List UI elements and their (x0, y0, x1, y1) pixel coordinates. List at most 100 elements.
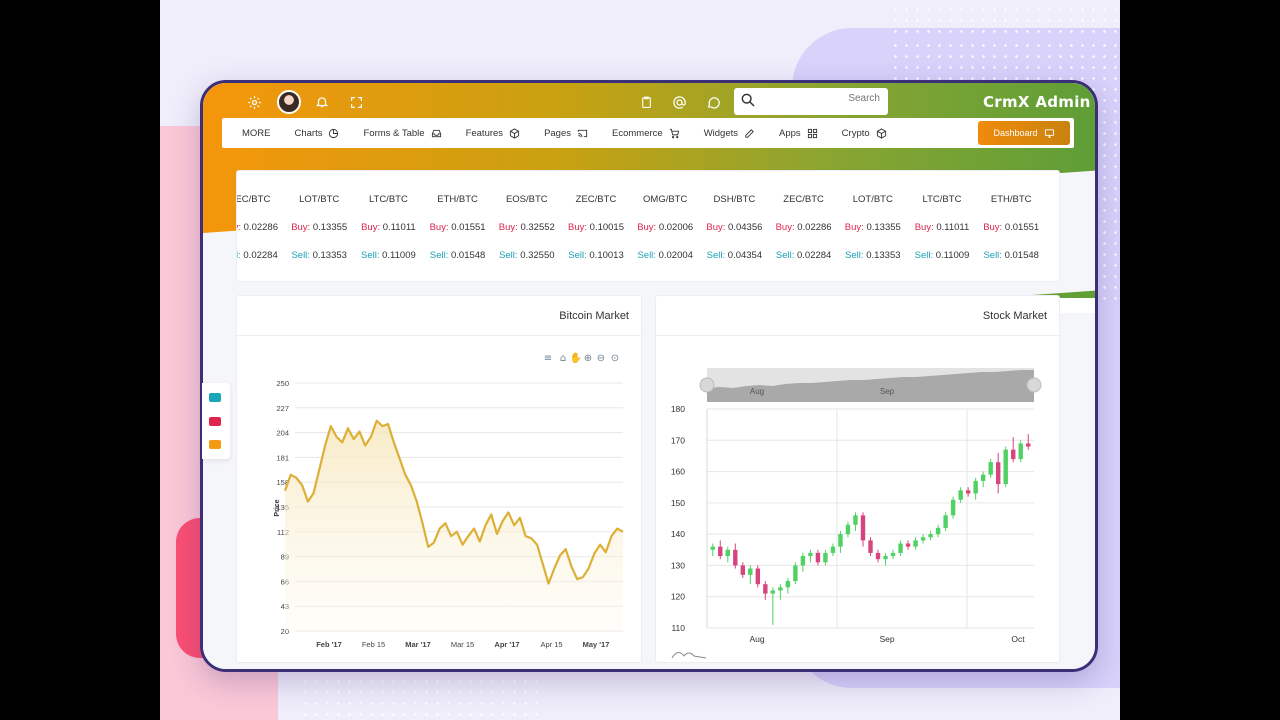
candle (748, 565, 753, 585)
avatar[interactable] (277, 90, 301, 114)
buy-value: 0.01551 (1004, 222, 1040, 233)
candle (1018, 440, 1023, 463)
sell-label: Sell: (568, 250, 587, 261)
cube-icon (876, 127, 887, 139)
home-icon[interactable]: ⌂ (560, 353, 566, 364)
candle-body (778, 587, 783, 591)
buy-value: 0.02286 (797, 222, 832, 233)
candle-body (898, 543, 903, 553)
nav-item-widgets[interactable]: Widgets (704, 128, 755, 139)
fullscreen-icon[interactable] (345, 91, 367, 113)
buy-label: Buy: (844, 222, 864, 233)
candle-body (823, 552, 828, 563)
search-box[interactable] (734, 88, 888, 115)
nav-item-more[interactable]: MORE (242, 128, 271, 139)
nav-item-label: Crypto (841, 127, 870, 139)
candle (853, 512, 858, 532)
inbox-icon (431, 128, 442, 139)
candle-body (725, 549, 730, 557)
nav-item-crypto[interactable]: Crypto (842, 128, 887, 139)
reset-zoom-icon[interactable]: ⊙ (611, 353, 619, 364)
candle-body (890, 552, 896, 557)
candle-body (1003, 449, 1008, 485)
candle-body (958, 490, 963, 500)
candle-body (883, 556, 888, 560)
candle (890, 549, 896, 560)
top-bar: CrmX Admin (203, 83, 1095, 119)
image-icon[interactable] (209, 417, 221, 426)
sell-value: 0.13353 (312, 250, 347, 261)
candle (815, 549, 821, 566)
ticker-pair: ZEC/BTC (236, 194, 271, 205)
ticker-buy: Buy: 0.13355 (838, 222, 908, 233)
candle-body (853, 515, 858, 525)
main-nav: MORE Charts Forms & Table Features Pages Ecom… (222, 118, 1074, 148)
y-axis-label: Price (274, 499, 281, 516)
candle-body (793, 565, 798, 582)
candle (905, 540, 911, 550)
ticker-sell: Sell: 0.02284 (237, 250, 285, 261)
sell-label: Sell: (914, 250, 934, 261)
buy-value: 0.02286 (243, 222, 278, 233)
ticker-pair: LTC/BTC (368, 194, 408, 205)
at-icon[interactable] (668, 91, 690, 113)
candle (808, 549, 813, 563)
nav-dashboard-button[interactable]: Dashboard (978, 121, 1070, 145)
ticker-pair: ZEC/BTC (575, 194, 617, 205)
ticker-sell: Sell: 0.02284 (769, 250, 839, 261)
candle-body (868, 540, 873, 553)
y-tick-label: 120 (671, 592, 685, 602)
ticker-buy: Buy: 0.01551 (976, 222, 1046, 233)
clipboard-icon[interactable] (635, 91, 657, 113)
monitor-icon (1044, 128, 1054, 138)
candle (845, 521, 851, 538)
chat-icon[interactable] (702, 91, 724, 113)
money-icon[interactable] (209, 393, 221, 402)
y-tick-label: 150 (671, 498, 685, 508)
navigator-handle-right (1026, 377, 1042, 393)
sell-value: 0.02284 (243, 250, 278, 261)
candle-body (763, 584, 768, 594)
candle (785, 577, 791, 594)
ticker-pair: ZEC/BTC (783, 194, 824, 205)
ticker-pair: ETH/BTC (437, 194, 478, 205)
sell-label: Sell: (706, 250, 726, 261)
candle-body (838, 534, 843, 547)
candle (913, 537, 918, 550)
search-input[interactable] (762, 93, 880, 104)
candle (958, 487, 963, 503)
candle (778, 584, 783, 600)
nav-item-ecommerce[interactable]: Ecommerce (612, 128, 680, 139)
bell-icon[interactable] (311, 91, 333, 113)
candle (1003, 446, 1008, 488)
nav-item-charts[interactable]: Charts (295, 128, 340, 139)
nav-item-forms-table[interactable]: Forms & Table (363, 128, 441, 139)
gear-icon[interactable] (243, 91, 265, 113)
candle-body (748, 568, 753, 575)
candle-body (740, 565, 746, 575)
candle-body (988, 462, 993, 475)
menu-icon[interactable]: ≡ (544, 353, 552, 364)
pan-icon[interactable]: ✋ (570, 351, 582, 364)
candle (838, 531, 843, 553)
nav-item-pages[interactable]: Pages (544, 128, 588, 139)
zoom-in-icon[interactable]: ⊕ (584, 353, 592, 364)
ticker-sell: Sell: 0.02004 (630, 250, 700, 261)
gallery-icon[interactable] (209, 440, 221, 449)
y-tick-label: 110 (671, 623, 685, 633)
y-tick-label: 130 (671, 560, 685, 570)
zoom-out-icon[interactable]: ⊖ (597, 353, 605, 364)
candle (740, 562, 746, 578)
ticker-pair: ETH/BTC (990, 194, 1032, 205)
candle-body (973, 480, 978, 494)
candle-body (845, 524, 851, 535)
candle (733, 543, 738, 569)
cube-icon (509, 127, 520, 139)
buy-value: 0.11011 (936, 222, 970, 233)
nav-item-label: Apps (779, 127, 801, 139)
buy-value: 0.01551 (451, 222, 486, 233)
nav-item-features[interactable]: Features (466, 128, 521, 139)
candle (920, 534, 926, 544)
sell-value: 0.11009 (382, 250, 416, 261)
nav-item-apps[interactable]: Apps (779, 128, 818, 139)
